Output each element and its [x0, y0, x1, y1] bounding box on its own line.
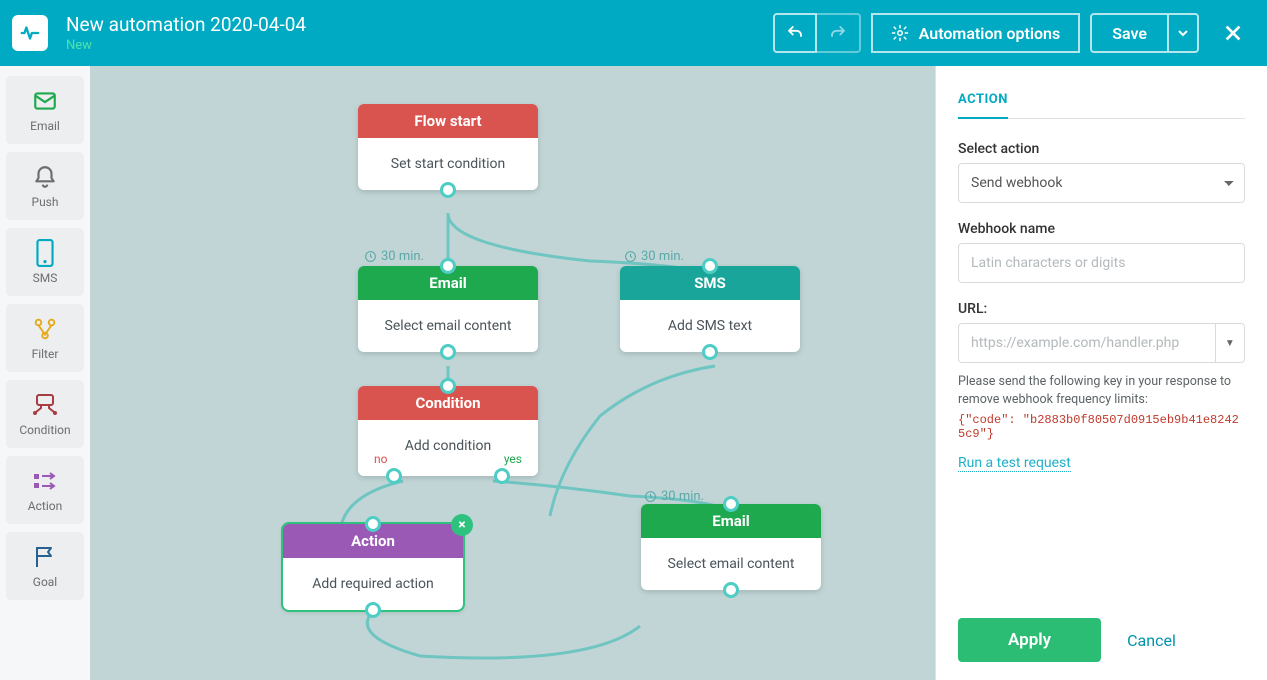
port-in[interactable] [702, 258, 718, 274]
port-out[interactable] [365, 602, 381, 618]
tool-sidebar: Email Push SMS Filter Condition Action G… [0, 66, 90, 680]
panel-tab-action[interactable]: ACTION [958, 92, 1008, 119]
sms-icon [31, 239, 59, 267]
condition-no-label: no [374, 452, 387, 466]
cancel-button[interactable]: Cancel [1127, 631, 1176, 650]
node-sms[interactable]: SMS Add SMS text [620, 266, 800, 352]
save-label: Save [1112, 24, 1147, 43]
action-icon [31, 467, 59, 495]
port-out-no[interactable] [386, 468, 402, 484]
url-dropdown-button[interactable]: ▼ [1215, 323, 1245, 363]
sidebar-item-goal[interactable]: Goal [6, 532, 84, 600]
flow-canvas[interactable]: 30 min. 30 min. 30 min. Flow start Set s… [90, 66, 935, 680]
sidebar-item-label: Push [32, 195, 59, 209]
push-icon [31, 163, 59, 191]
sidebar-item-email[interactable]: Email [6, 76, 84, 144]
redo-button[interactable] [817, 13, 861, 53]
delete-node-button[interactable]: × [451, 514, 473, 536]
port-in[interactable] [440, 378, 456, 394]
condition-yes-label: yes [504, 452, 522, 466]
goal-icon [31, 543, 59, 571]
webhook-name-input[interactable] [958, 243, 1245, 283]
sidebar-item-filter[interactable]: Filter [6, 304, 84, 372]
sidebar-item-sms[interactable]: SMS [6, 228, 84, 296]
port-in[interactable] [365, 516, 381, 532]
save-button[interactable]: Save [1090, 13, 1169, 53]
save-dropdown-button[interactable] [1169, 13, 1199, 53]
clock-icon [624, 250, 637, 263]
apply-button[interactable]: Apply [958, 618, 1101, 662]
chevron-down-icon [1178, 28, 1188, 38]
automation-options-label: Automation options [919, 24, 1061, 43]
redo-icon [829, 24, 847, 42]
sidebar-item-label: Goal [33, 575, 57, 589]
port-in[interactable] [723, 496, 739, 512]
port-out[interactable] [702, 344, 718, 360]
automation-status: New [66, 38, 773, 53]
select-action-dropdown[interactable]: Send webhook [958, 163, 1245, 203]
webhook-code: {"code": "b2883b0f80507d0915eb9b41e82425… [958, 413, 1245, 441]
delay-label: 30 min. [644, 489, 704, 504]
port-out-yes[interactable] [494, 468, 510, 484]
clock-icon [644, 490, 657, 503]
run-test-link[interactable]: Run a test request [958, 455, 1071, 472]
url-input[interactable] [958, 323, 1215, 363]
undo-icon [786, 24, 804, 42]
port-out[interactable] [440, 182, 456, 198]
properties-panel: ACTION Select action Send webhook Webhoo… [935, 66, 1267, 680]
port-in[interactable] [440, 258, 456, 274]
header-title-block: New automation 2020-04-04 New [66, 13, 773, 53]
sidebar-item-label: Action [28, 499, 62, 513]
delay-label: 30 min. [364, 249, 424, 264]
port-out[interactable] [723, 582, 739, 598]
sidebar-item-label: Filter [32, 347, 59, 361]
port-out[interactable] [440, 344, 456, 360]
automation-title[interactable]: New automation 2020-04-04 [66, 13, 773, 36]
select-action-label: Select action [958, 141, 1245, 157]
sidebar-item-push[interactable]: Push [6, 152, 84, 220]
delay-label: 30 min. [624, 249, 684, 264]
condition-icon [31, 391, 59, 419]
webhook-name-label: Webhook name [958, 221, 1245, 237]
close-button[interactable] [1219, 19, 1247, 47]
node-action[interactable]: × Action Add required action [283, 524, 463, 610]
undo-button[interactable] [773, 13, 817, 53]
app-logo [12, 15, 48, 51]
node-email[interactable]: Email Select email content [641, 504, 821, 590]
header: New automation 2020-04-04 New Automation… [0, 0, 1267, 66]
apply-label: Apply [1008, 630, 1051, 650]
node-email[interactable]: Email Select email content [358, 266, 538, 352]
email-icon [31, 87, 59, 115]
filter-icon [31, 315, 59, 343]
node-flowstart[interactable]: Flow start Set start condition [358, 104, 538, 190]
gear-icon [891, 24, 909, 42]
automation-options-button[interactable]: Automation options [871, 13, 1081, 53]
sidebar-item-label: Condition [19, 423, 70, 437]
sidebar-item-action[interactable]: Action [6, 456, 84, 524]
url-label: URL: [958, 301, 1245, 317]
close-icon [1222, 22, 1244, 44]
node-title: Flow start [358, 104, 538, 138]
sidebar-item-condition[interactable]: Condition [6, 380, 84, 448]
node-condition[interactable]: Condition Add condition no yes [358, 386, 538, 476]
sidebar-item-label: SMS [33, 271, 58, 285]
webhook-help-text: Please send the following key in your re… [958, 373, 1245, 409]
sidebar-item-label: Email [30, 119, 60, 133]
clock-icon [364, 250, 377, 263]
